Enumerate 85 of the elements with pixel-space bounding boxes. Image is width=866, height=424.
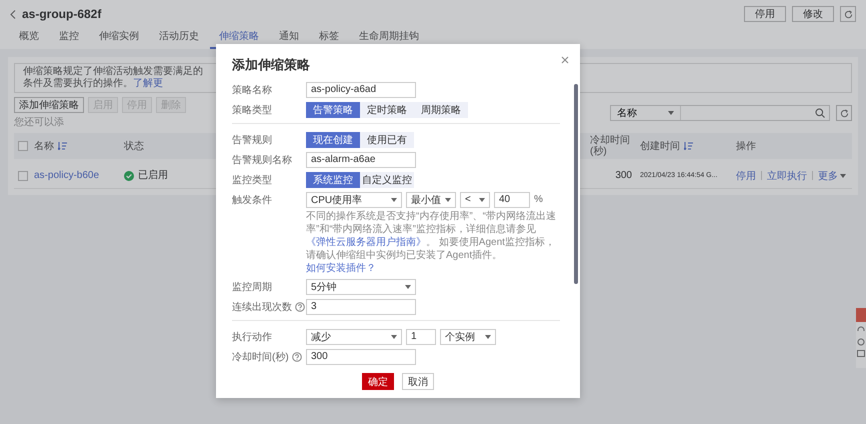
field-label: 监控类型 [232,174,272,186]
tab[interactable]: 伸缩实例 [90,26,148,49]
status-text: 已启用 [138,170,168,181]
header-button[interactable]: 停用 [744,6,786,22]
sort-icon[interactable] [58,142,67,150]
text-field[interactable]: as-policy-a6ad [306,82,416,98]
policy-link[interactable]: as-policy-b60e [34,170,124,181]
field-label: 告警规则 [232,134,272,146]
column-header: 冷却时间(秒) [590,135,631,157]
sort-icon[interactable] [684,142,693,150]
field-label: 执行动作 [232,330,272,344]
count-field[interactable]: 1 [406,328,436,344]
dialog-title: 添加伸缩策略 [232,56,310,74]
back-icon[interactable] [10,10,16,18]
tab[interactable]: 活动历史 [150,26,208,49]
segment-option[interactable]: 周期策略 [414,102,468,118]
action-link[interactable]: 立即执行 [767,168,807,182]
scrollbar[interactable] [574,84,578,284]
help-icon[interactable] [292,352,302,362]
action-link[interactable]: 停用 [736,168,756,182]
refresh-button[interactable] [840,6,856,22]
tab[interactable]: 生命周期挂钩 [350,26,428,49]
learn-more-link[interactable]: 了解更 [133,78,163,89]
help-text: 不同的操作系统是否支持“内存使用率”、“带内网络流出速率”和“带内网络流入速率”监控指标，详细信息请参见 《弹性云服务器用户指南》。 如要使用Agent监控指标，请确认伸缩组中实例均已安装了Agent插件。 如何安装插件？ [306,210,557,275]
field-label: 告警规则名称 [232,154,292,166]
caret-icon [479,198,485,202]
segment-option[interactable]: 告警策略 [306,102,360,118]
refresh-icon [840,108,848,118]
refresh-button[interactable] [836,105,852,121]
tab[interactable]: 概览 [10,26,48,49]
search-box[interactable]: 名称 [610,105,830,121]
refresh-icon [844,10,852,18]
field-label: 冷却时间(秒) [232,350,289,364]
threshold-field[interactable]: 40 [494,192,530,208]
quota-hint: 您还可以添 [14,116,64,129]
table-cell-text: 300 [614,170,633,181]
text-field[interactable]: 300 [306,348,416,364]
caret-icon [485,334,491,338]
column-header: 名称 [34,140,54,152]
field-label: 策略名称 [232,84,272,96]
caret-icon [668,111,674,115]
header-button[interactable]: 修改 [792,6,834,22]
toolbar-button[interactable]: 添加伸缩策略 [14,97,84,113]
caret-icon [445,198,451,202]
tab[interactable]: 通知 [270,26,308,49]
column-header: 操作 [736,140,757,152]
text-field[interactable]: as-alarm-a6ae [306,152,416,168]
segment-option[interactable]: 自定义监控 [360,172,414,188]
metric-select[interactable]: CPU使用率 [306,192,402,208]
field-label: 连续出现次数 [232,300,292,314]
tab[interactable]: 监控 [50,26,88,49]
cancel-button[interactable]: 取消 [402,373,434,390]
page-title: as-group-682f [22,7,102,21]
check-circle-icon [124,170,134,180]
field-label: 触发条件 [232,194,272,206]
notice-text: 伸缩策略规定了伸缩活动触发需要满足的条件及需要执行的操作。了解更 [23,66,204,90]
unit-select[interactable]: 个实例 [440,328,496,344]
caret-icon [391,334,397,338]
field-label: 监控周期 [232,280,272,294]
segment-option[interactable]: 现在创建 [306,132,360,148]
caret-icon [840,174,846,178]
caret-icon [391,198,397,202]
checkbox[interactable] [18,141,28,151]
aggregate-select[interactable]: 最小值 [406,192,456,208]
tab[interactable]: 标签 [310,26,348,49]
segment-option[interactable]: 定时策略 [360,102,414,118]
search-icon[interactable] [815,108,825,118]
select-field[interactable]: 5分钟 [306,278,416,294]
action-link[interactable]: 更多 [818,168,846,182]
unit-label: % [534,194,543,205]
operation-select[interactable]: 减少 [306,328,402,344]
confirm-button[interactable]: 确定 [362,373,394,390]
checkbox[interactable] [18,170,28,180]
column-header: 创建时间 [640,140,680,152]
segment-option[interactable]: 使用已有 [360,132,414,148]
mail-icon[interactable] [857,350,865,357]
operator-select[interactable]: < [460,192,490,208]
help-icon[interactable] [295,302,305,312]
text-field[interactable]: 3 [306,298,416,314]
field-label: 策略类型 [232,104,272,116]
doc-link[interactable]: 如何安装插件？ [306,263,376,274]
segment-option[interactable]: 系统监控 [306,172,360,188]
column-header: 状态 [124,140,145,152]
doc-link[interactable]: 《弹性云服务器用户指南》 [306,237,426,248]
caret-icon [405,284,411,288]
